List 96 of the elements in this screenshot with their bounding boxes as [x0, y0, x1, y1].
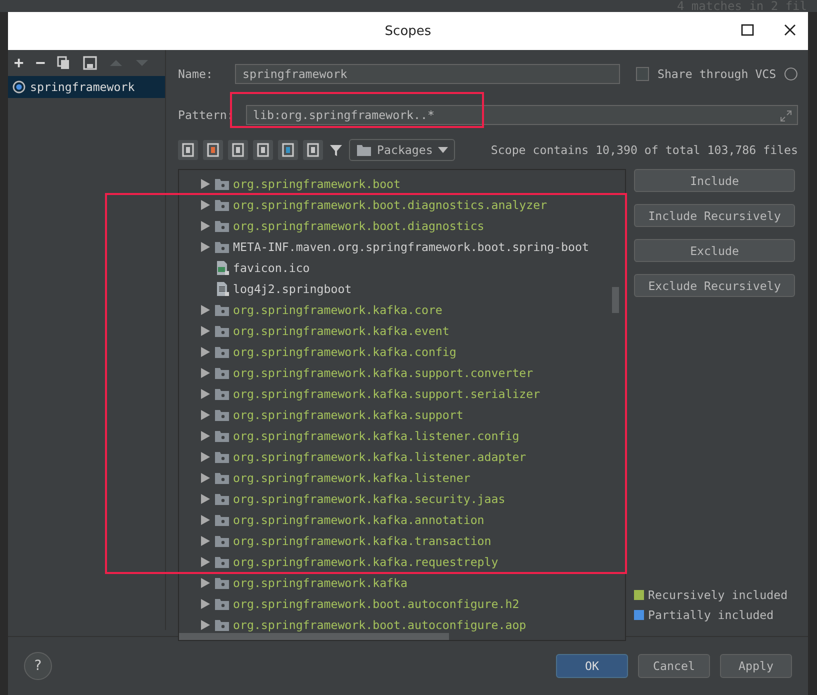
tree-item-label: org.springframework.kafka.transaction — [233, 534, 492, 548]
tree-item-label: org.springframework.boot — [233, 176, 401, 190]
expand-arrow-icon[interactable] — [199, 430, 211, 442]
tree-item-label: org.springframework.kafka.listener.config — [233, 428, 520, 442]
legend-label: Partially included — [648, 608, 774, 622]
folder-icon — [214, 534, 230, 548]
text-file-icon — [214, 282, 230, 296]
tree-item-label: org.springframework.kafka.listener — [233, 470, 470, 484]
tree-item-label: org.springframework.boot.diagnostics.analyzer — [233, 198, 548, 212]
share-checkbox[interactable] — [636, 67, 650, 81]
name-label: Name: — [178, 67, 214, 81]
copy-icon[interactable] — [57, 56, 72, 70]
folder-icon — [214, 554, 230, 568]
scrollbar-thumb[interactable] — [612, 287, 619, 313]
frame-icon[interactable] — [278, 140, 298, 160]
expand-arrow-icon[interactable] — [199, 324, 211, 336]
folder-icon — [214, 576, 230, 590]
view-dropdown[interactable]: Packages — [349, 139, 455, 161]
expand-arrow-icon[interactable] — [199, 598, 211, 610]
folder-icon — [214, 176, 230, 190]
filter-icon[interactable] — [328, 142, 344, 158]
image-file-icon — [214, 260, 230, 274]
share-label: Share through VCS — [657, 67, 776, 81]
action-button[interactable]: Exclude Recursively — [634, 274, 795, 297]
folder-icon — [214, 366, 230, 380]
tree-item-label: org.springframework.boot.autoconfigure.h2 — [233, 596, 520, 610]
expand-arrow-icon[interactable] — [199, 408, 211, 420]
folder-icon — [214, 302, 230, 316]
expand-arrow-icon[interactable] — [199, 220, 211, 232]
window-title: Scopes — [384, 24, 432, 38]
name-field[interactable]: springframework — [235, 64, 620, 84]
expand-arrow-icon[interactable] — [199, 366, 211, 378]
scope-icon — [12, 80, 26, 94]
tree-item-label: org.springframework.kafka.support.serializer — [233, 386, 540, 400]
tree-item-label: org.springframework.kafka.security.jaas — [233, 492, 506, 506]
folder-icon — [214, 428, 230, 442]
tree-item-label: favicon.ico — [233, 260, 310, 274]
expand-arrow-icon[interactable] — [199, 472, 211, 484]
expand-arrow-icon[interactable] — [199, 198, 211, 210]
expand-arrow-icon[interactable] — [199, 346, 211, 358]
folder-icon — [214, 386, 230, 400]
folder-icon — [214, 198, 230, 212]
caret-icon — [438, 147, 448, 153]
expand-arrow-icon[interactable] — [199, 492, 211, 504]
dialog-button[interactable]: Apply — [720, 654, 792, 678]
folder-icon — [214, 450, 230, 464]
tree-item-label: org.springframework.kafka.support.converter — [233, 366, 534, 380]
tree-item-label: org.springframework.boot.diagnostics — [233, 218, 484, 232]
scope-info: Scope contains 10,390 of total 103,786 files — [490, 143, 798, 157]
pattern-label: Pattern: — [178, 108, 235, 122]
save-icon[interactable] — [83, 56, 98, 70]
ok-button[interactable]: OK — [556, 654, 628, 678]
expand-arrow-icon[interactable] — [199, 556, 211, 568]
add-button[interactable]: + — [14, 55, 24, 71]
expand-arrow-icon[interactable] — [199, 178, 211, 190]
expand-arrow-icon[interactable] — [199, 576, 211, 588]
scope-item[interactable]: springframework — [8, 76, 165, 98]
tree-item-label: META-INF.maven.org.springframework.boot.spring-boot — [233, 240, 589, 254]
expand-arrow-icon[interactable] — [199, 618, 211, 630]
tree-item-label: org.springframework.kafka.core — [233, 302, 442, 316]
remove-button[interactable]: − — [36, 55, 46, 71]
folder-icon — [214, 512, 230, 526]
expand-arrow-icon[interactable] — [199, 240, 211, 252]
tree-item-label: log4j2.springboot — [233, 282, 352, 296]
legend-label: Recursively included — [648, 588, 788, 602]
pattern-field[interactable]: lib:org.springframework..* — [246, 105, 798, 125]
folder-icon — [214, 492, 230, 506]
tree-item-label: org.springframework.kafka.support — [233, 408, 464, 422]
scrollbar-thumb[interactable] — [179, 633, 449, 640]
tree-item-label: org.springframework.kafka.requestreply — [233, 554, 498, 568]
expand-arrow-icon[interactable] — [199, 534, 211, 546]
folder-icon — [214, 218, 230, 232]
expand-arrow-icon[interactable] — [199, 514, 211, 526]
folder-icon — [356, 143, 372, 157]
expand-icon[interactable] — [780, 110, 792, 122]
tree-item-label: org.springframework.boot.autoconfigure.aop — [233, 618, 526, 632]
folder-icon — [214, 324, 230, 338]
folder-icon — [214, 618, 230, 632]
folder-icon — [214, 240, 230, 254]
folder-icon — [214, 408, 230, 422]
expand-arrow-icon[interactable] — [199, 450, 211, 462]
tree-item-label: org.springframework.kafka.config — [233, 344, 456, 358]
tree-item-label: org.springframework.kafka.annotation — [233, 512, 484, 526]
folder-icon — [214, 596, 230, 610]
expand-arrow-icon[interactable] — [199, 304, 211, 316]
tree-item-label: org.springframework.kafka.listener.adapter — [233, 450, 526, 464]
action-button[interactable]: Exclude — [634, 239, 795, 262]
action-button[interactable]: Include Recursively — [634, 204, 795, 227]
tree-item-label: org.springframework.kafka.event — [233, 324, 450, 338]
expand-arrow-icon[interactable] — [199, 388, 211, 400]
folder-icon — [214, 470, 230, 484]
dialog-button[interactable]: Cancel — [638, 654, 710, 678]
help-button[interactable]: ? — [24, 652, 52, 680]
action-button[interactable]: Include — [634, 169, 795, 192]
tree-item-label: org.springframework.kafka — [233, 576, 408, 590]
folder-icon — [214, 344, 230, 358]
